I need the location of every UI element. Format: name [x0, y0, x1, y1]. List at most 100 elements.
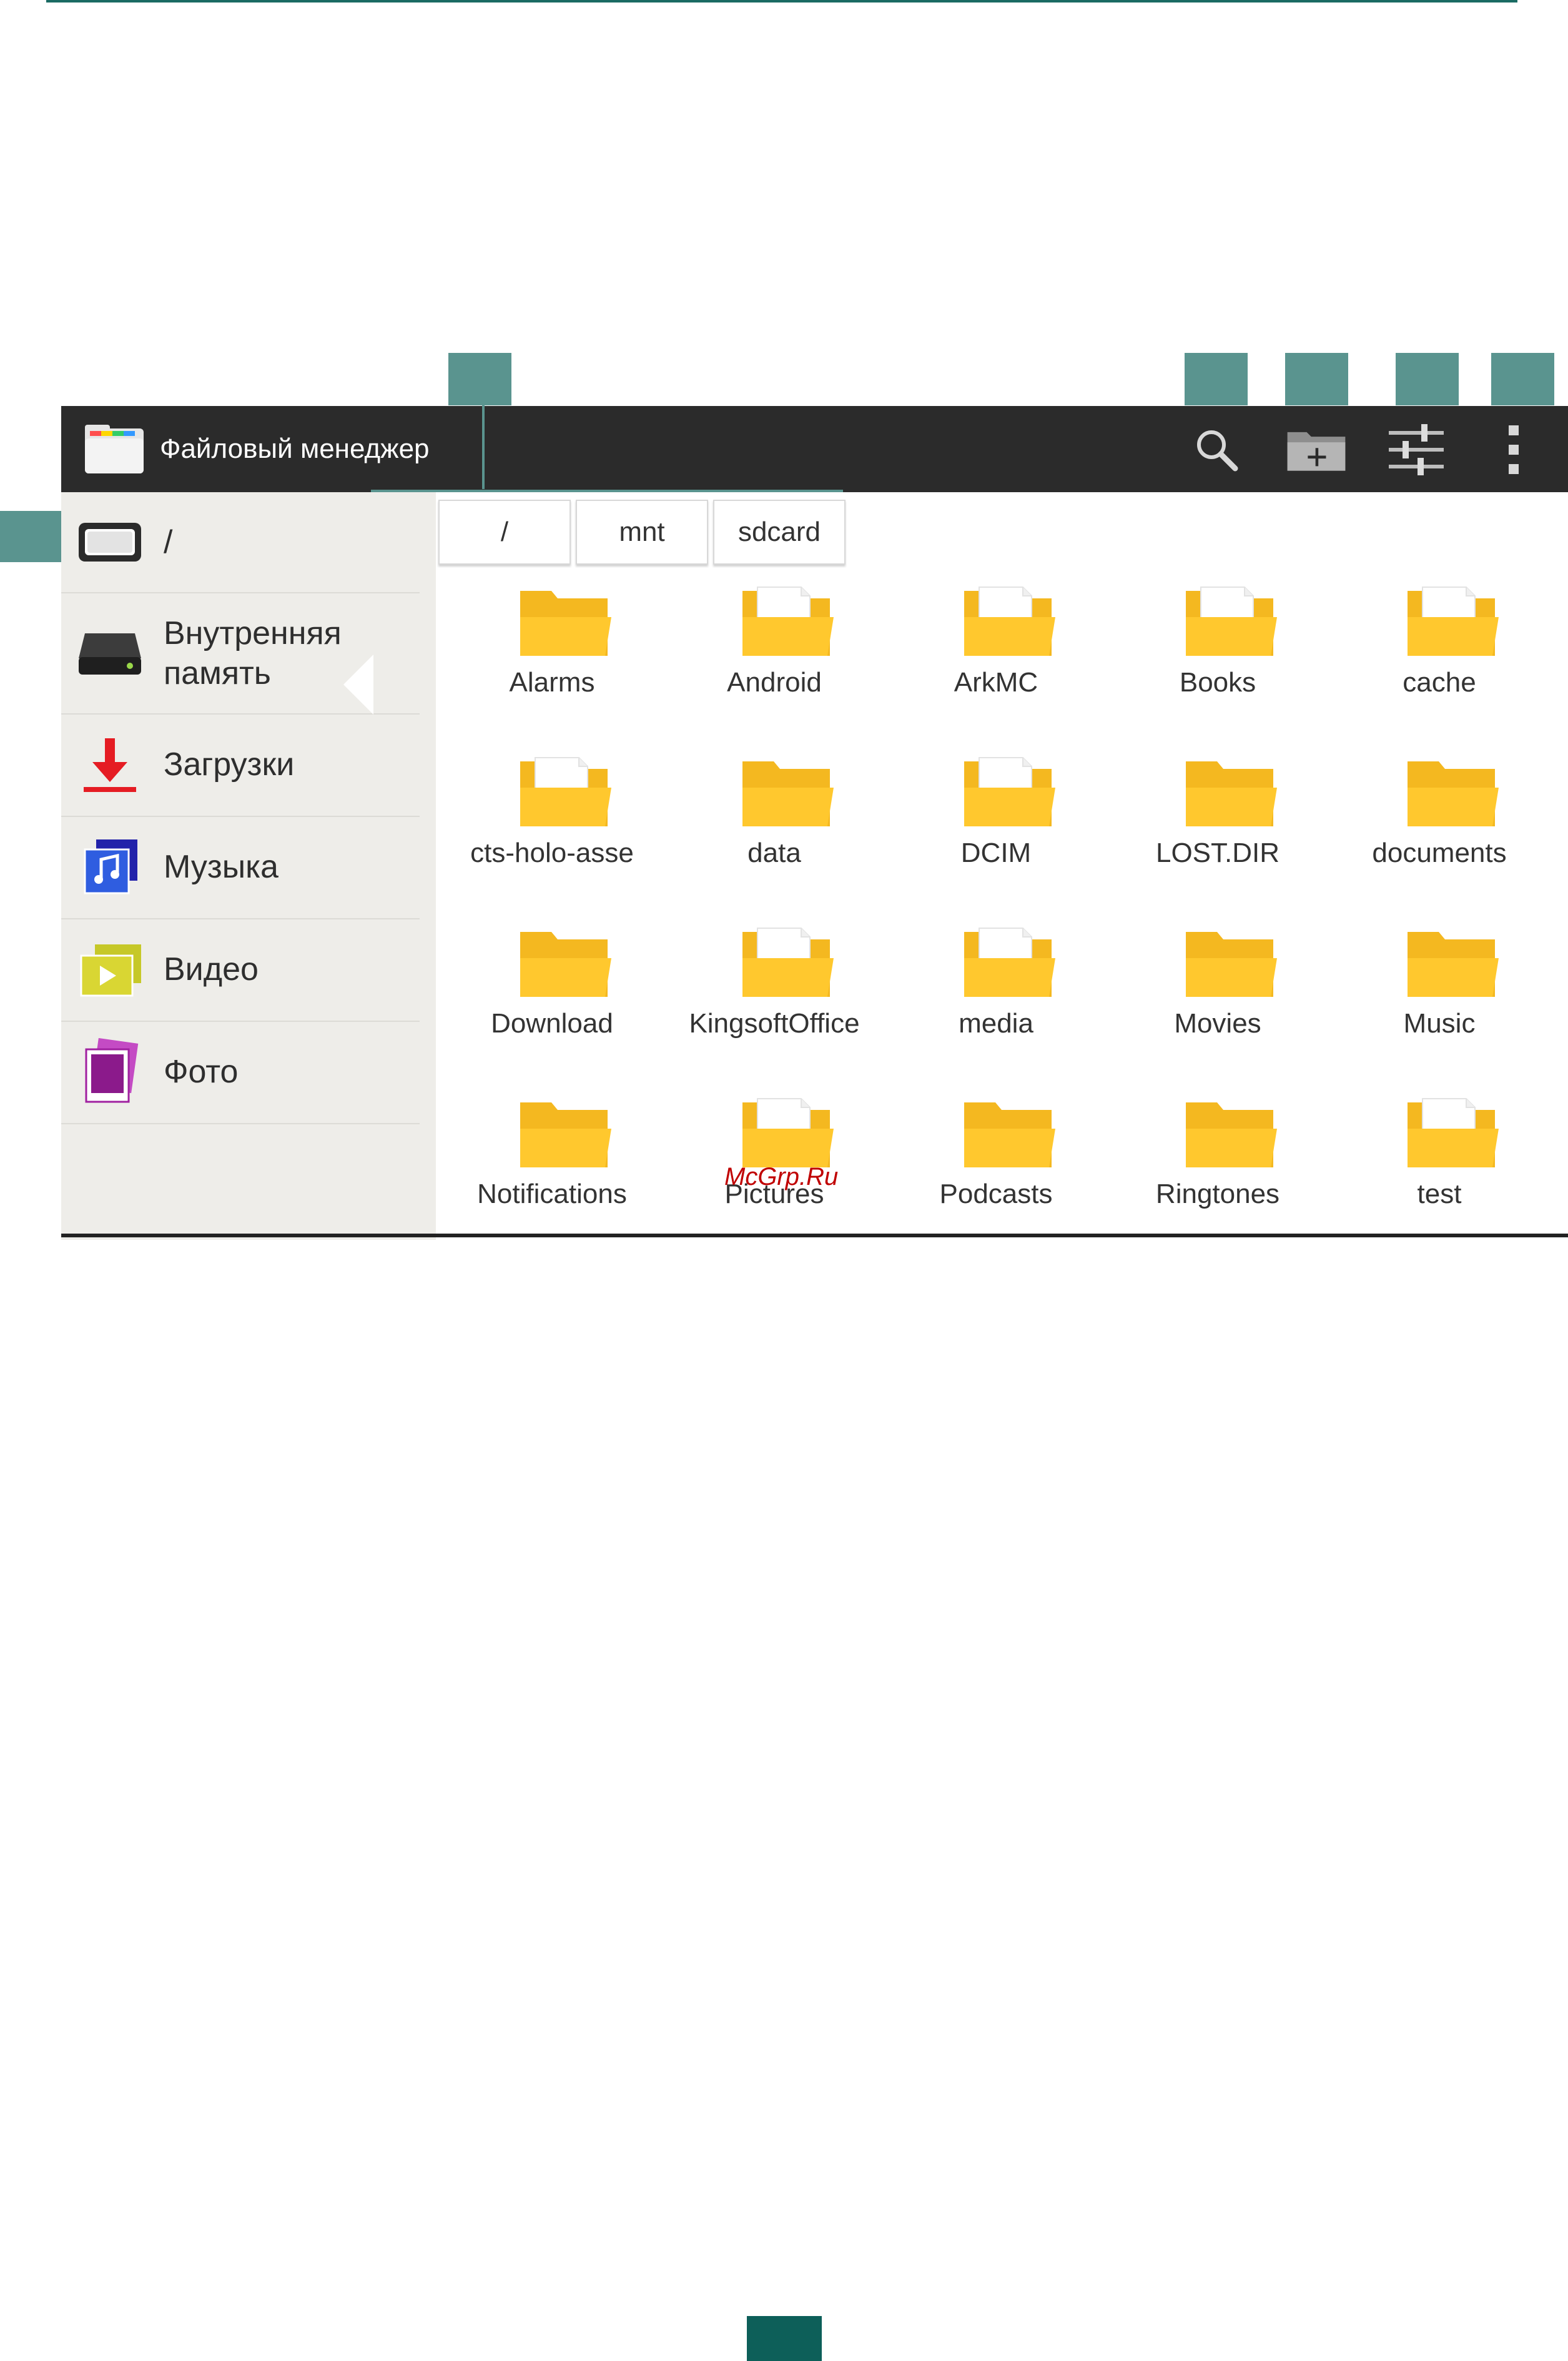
- folder-icon: [520, 591, 611, 656]
- breadcrumb-item-root[interactable]: /: [438, 500, 571, 565]
- folder-label: Movies: [1174, 1008, 1261, 1039]
- action-bar: Файловый менеджер: [61, 406, 1568, 492]
- folder-item[interactable]: Podcasts: [890, 1092, 1102, 1255]
- sidebar-item-label: Видео: [164, 951, 259, 987]
- breadcrumb-item-sdcard[interactable]: sdcard: [713, 500, 846, 565]
- search-icon: [1197, 430, 1238, 472]
- callout-marker-new-folder: [1285, 353, 1348, 405]
- watermark: McGrp.Ru: [724, 1163, 839, 1190]
- folder-label: cts-holo-asse: [470, 838, 634, 868]
- folder-icon: [1186, 932, 1277, 997]
- folder-label: documents: [1372, 838, 1507, 868]
- folder-item[interactable]: Music: [1333, 922, 1546, 1084]
- breadcrumb-accent-line: [371, 490, 843, 492]
- folder-label: data: [747, 838, 801, 868]
- sidebar-item-label: Загрузки: [164, 746, 295, 783]
- folder-item[interactable]: DCIM: [890, 751, 1102, 914]
- top-rule: [46, 0, 1517, 2]
- folder-icon: [964, 757, 1055, 826]
- folder-item[interactable]: cache: [1333, 581, 1546, 743]
- folder-item[interactable]: Ringtones: [1112, 1092, 1324, 1255]
- callout-marker-title: [448, 353, 511, 405]
- folder-item[interactable]: test: [1333, 1092, 1546, 1255]
- sidebar-item-label: /: [164, 524, 173, 560]
- selection-indicator: [343, 655, 373, 715]
- folder-item[interactable]: data: [668, 751, 880, 914]
- folder-icon: [1186, 761, 1277, 826]
- sidebar-item-video[interactable]: Видео: [61, 919, 420, 1022]
- folder-icon: [520, 932, 611, 997]
- sidebar: / Внутренняя память Загрузки Музыка Виде…: [61, 492, 436, 1240]
- folder-icon: [1408, 932, 1499, 997]
- sidebar-item-music[interactable]: Музыка: [61, 817, 420, 919]
- folder-label: test: [1417, 1179, 1462, 1209]
- sidebar-item-photo[interactable]: Фото: [61, 1022, 420, 1124]
- folder-item[interactable]: Alarms: [446, 581, 658, 743]
- internal-storage-icon: [76, 620, 144, 687]
- folder-label: Podcasts: [939, 1179, 1053, 1209]
- folder-item[interactable]: Android: [668, 581, 880, 743]
- folder-icon: [1408, 587, 1499, 656]
- settings-button[interactable]: [1385, 418, 1447, 481]
- folder-label: DCIM: [960, 838, 1032, 868]
- folder-label: ArkMC: [954, 667, 1038, 698]
- folder-icon: [1186, 587, 1277, 656]
- folder-icon: [742, 928, 834, 997]
- folder-icon: [520, 1102, 611, 1167]
- breadcrumb-item-mnt[interactable]: mnt: [576, 500, 708, 565]
- sidebar-item-label: Фото: [164, 1054, 239, 1090]
- sidebar-item-downloads[interactable]: Загрузки: [61, 715, 420, 817]
- sidebar-item-root[interactable]: /: [61, 492, 420, 593]
- folder-icon: [964, 587, 1055, 656]
- callout-marker-sidebar: [0, 511, 63, 562]
- folder-item[interactable]: Movies: [1112, 922, 1324, 1084]
- screenshot-bottom-rule: [61, 1234, 1568, 1237]
- folder-label: Books: [1179, 667, 1256, 698]
- folder-label: LOST.DIR: [1155, 838, 1280, 868]
- folder-item[interactable]: LOST.DIR: [1112, 751, 1324, 914]
- page-marker: [747, 2316, 822, 2361]
- folder-item[interactable]: Notifications: [446, 1092, 658, 1255]
- folder-icon: [1408, 761, 1499, 826]
- folder-item[interactable]: cts-holo-asse: [446, 751, 658, 914]
- callout-marker-menu: [1491, 353, 1554, 405]
- video-icon: [76, 936, 144, 1003]
- callout-marker-search: [1185, 353, 1248, 405]
- folder-label: Notifications: [477, 1179, 627, 1209]
- folder-label: Download: [491, 1008, 613, 1039]
- folder-icon: [964, 1102, 1055, 1167]
- folder-label: Android: [727, 667, 822, 698]
- folder-label: media: [959, 1008, 1033, 1039]
- folder-item[interactable]: Books: [1112, 581, 1324, 743]
- folder-label: Ringtones: [1155, 1179, 1280, 1209]
- folder-item[interactable]: KingsoftOffice: [668, 922, 880, 1084]
- app-title: Файловый менеджер: [160, 433, 430, 464]
- folder-icon: [964, 928, 1055, 997]
- root-drive-icon: [76, 508, 144, 576]
- sidebar-item-label: Музыка: [164, 849, 279, 885]
- music-icon: [76, 833, 144, 901]
- new-folder-button[interactable]: [1285, 418, 1348, 481]
- folder-item[interactable]: Download: [446, 922, 658, 1084]
- folder-icon: [742, 587, 834, 656]
- folder-label: KingsoftOffice: [689, 1008, 860, 1039]
- overflow-menu-button[interactable]: [1482, 418, 1545, 481]
- overflow-menu-icon: [1509, 425, 1519, 474]
- folder-item[interactable]: media: [890, 922, 1102, 1084]
- callout-line: [482, 405, 485, 489]
- folder-label: Alarms: [509, 667, 595, 698]
- new-folder-icon: [1287, 432, 1346, 471]
- folder-icon: [1408, 1098, 1499, 1167]
- folder-item[interactable]: documents: [1333, 751, 1546, 914]
- sliders-icon: [1389, 424, 1444, 475]
- search-button[interactable]: [1185, 418, 1248, 481]
- photo-icon: [76, 1038, 144, 1106]
- callout-marker-settings: [1396, 353, 1459, 405]
- folder-label: cache: [1403, 667, 1476, 698]
- file-manager-app-icon: [82, 422, 146, 476]
- folder-icon: [520, 757, 611, 826]
- folder-icon: [742, 761, 834, 826]
- folder-item[interactable]: ArkMC: [890, 581, 1102, 743]
- folder-icon: [1186, 1102, 1277, 1167]
- download-icon: [76, 731, 144, 798]
